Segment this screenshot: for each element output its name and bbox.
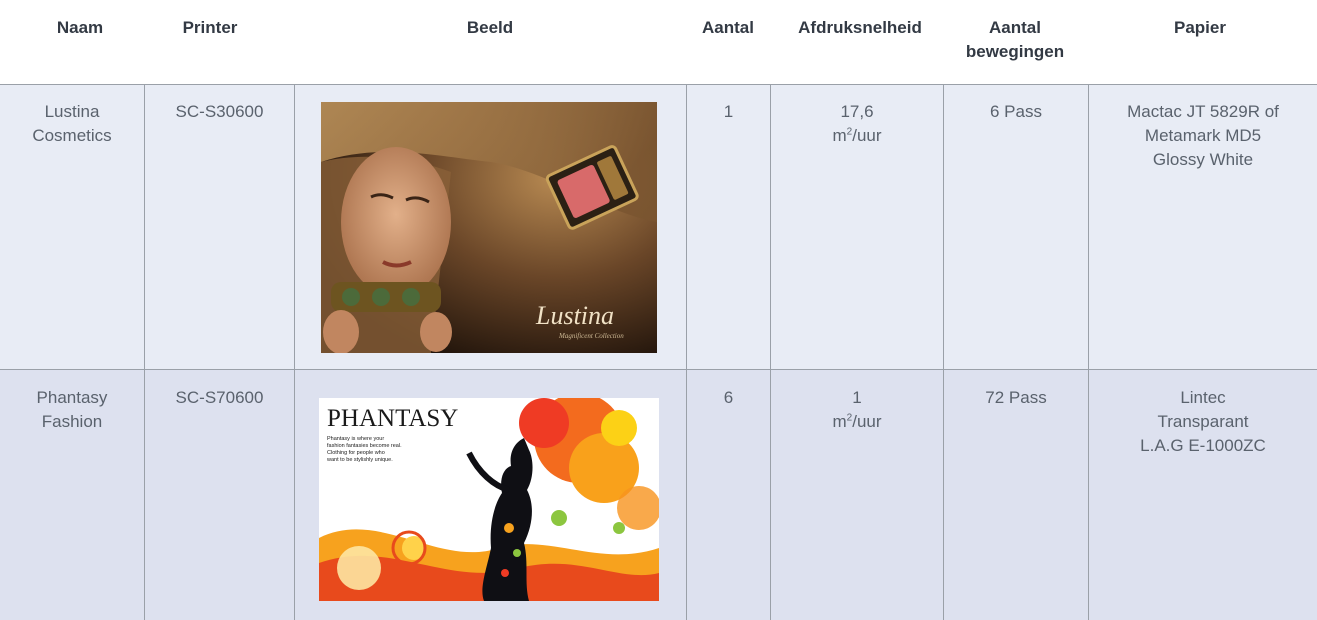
header-naam: Naam <box>56 18 104 37</box>
header-bewegingen-line1: Aantal <box>989 18 1041 37</box>
cell-aantal: 1 <box>723 102 734 121</box>
lustina-photo: Lustina Magnificent Collection <box>321 102 657 353</box>
cell-bewegingen: 6 Pass <box>990 102 1042 121</box>
lustina-cosmetics-image: Lustina Magnificent Collection <box>321 102 657 353</box>
header-aantal-bewegingen: Aantal bewegingen <box>945 16 1085 64</box>
phantasy-copy-line1: Phantasy is where your <box>327 436 384 442</box>
snelheid-unit: m2/uur <box>771 124 943 148</box>
lustina-logo-text: Lustina <box>535 301 614 330</box>
header-papier: Papier <box>1174 18 1226 37</box>
papier-line2: Transparant <box>1157 412 1249 431</box>
header-afdruksnelheid: Afdruksnelheid <box>798 18 922 37</box>
papier-line1: Mactac JT 5829R of <box>1127 102 1279 121</box>
cell-papier: Mactac JT 5829R of Metamark MD5 Glossy W… <box>1089 100 1317 172</box>
unit-m: m <box>832 126 847 145</box>
unit-uur: /uur <box>852 126 882 145</box>
column-divider <box>686 85 687 620</box>
phantasy-fashion-image: PHANTASY Phantasy is where your fashion … <box>319 398 659 601</box>
lustina-tagline-text: Magnificent Collection <box>558 332 624 340</box>
naam-line2: Fashion <box>41 412 103 431</box>
cell-afdruksnelheid: 17,6 m2/uur <box>771 100 943 148</box>
phantasy-copy-line2: fashion fantasies become real. <box>327 443 402 449</box>
header-beeld: Beeld <box>466 18 514 37</box>
cell-aantal: 6 <box>723 388 734 407</box>
snelheid-value: 1 <box>852 388 862 407</box>
header-printer: Printer <box>182 18 238 37</box>
papier-line3: Glossy White <box>1152 150 1254 169</box>
papier-line2: Metamark MD5 <box>1144 126 1262 145</box>
phantasy-illustration: PHANTASY Phantasy is where your fashion … <box>319 398 659 601</box>
table-header: Naam Printer Beeld Aantal Afdruksnelheid… <box>0 0 1317 85</box>
papier-line1: Lintec <box>1180 388 1226 407</box>
column-divider <box>770 85 771 620</box>
comparison-table: Naam Printer Beeld Aantal Afdruksnelheid… <box>0 0 1317 620</box>
column-divider <box>294 85 295 620</box>
papier-line3: L.A.G E-1000ZC <box>1140 436 1266 455</box>
cell-papier: Lintec Transparant L.A.G E-1000ZC <box>1089 386 1317 458</box>
column-divider <box>943 85 944 620</box>
cell-printer: SC-S70600 <box>175 388 264 407</box>
naam-line1: Phantasy <box>36 388 108 407</box>
header-bewegingen-line2: bewegingen <box>965 42 1065 61</box>
snelheid-value: 17,6 <box>840 102 874 121</box>
header-aantal: Aantal <box>702 18 754 37</box>
cell-naam: Lustina Cosmetics <box>0 100 144 148</box>
phantasy-copy-line4: want to be stylishly unique. <box>326 457 393 463</box>
phantasy-logo-text: PHANTASY <box>327 405 458 432</box>
column-divider <box>144 85 145 620</box>
phantasy-copy-line3: Clothing for people who <box>327 450 385 456</box>
snelheid-unit: m2/uur <box>771 410 943 434</box>
naam-line1: Lustina <box>44 102 100 121</box>
cell-naam: Phantasy Fashion <box>0 386 144 434</box>
cell-afdruksnelheid: 1 m2/uur <box>771 386 943 434</box>
cell-bewegingen: 72 Pass <box>985 388 1047 407</box>
naam-line2: Cosmetics <box>32 126 112 145</box>
unit-m: m <box>832 412 847 431</box>
cell-printer: SC-S30600 <box>175 102 264 121</box>
unit-uur: /uur <box>852 412 882 431</box>
